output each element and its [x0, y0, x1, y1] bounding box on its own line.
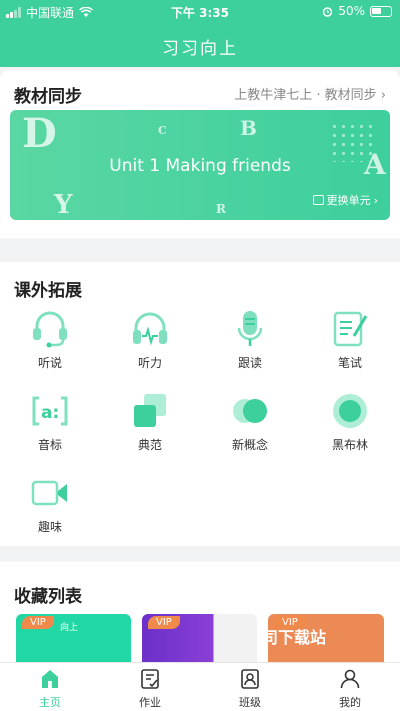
watermark: 司下载站: [262, 628, 327, 647]
extension-item-black-cat[interactable]: 黑布林: [300, 392, 400, 453]
headset-mic-icon: [33, 311, 67, 348]
homework-icon: [141, 669, 159, 689]
status-bar: 中国联通 下午 3:35 50%: [0, 0, 400, 24]
user-icon: [340, 669, 360, 689]
extension-item-fun[interactable]: 趣味: [0, 474, 100, 535]
extension-item-written-test[interactable]: 笔试: [300, 310, 400, 371]
section-title-favorites: 收藏列表: [14, 587, 82, 607]
tab-me[interactable]: 我的: [300, 663, 400, 711]
overlap-circles-icon: [233, 399, 267, 423]
extension-label: 音标: [37, 438, 62, 452]
app-title: 习习向上: [162, 39, 238, 59]
extension-label: 新概念: [231, 438, 268, 452]
extension-item-listening[interactable]: 听力: [100, 310, 200, 371]
extension-label: 听说: [37, 356, 62, 370]
textbook-selector-link[interactable]: 上教牛津七上 · 教材同步 ›: [234, 84, 386, 103]
paper-pen-icon: [333, 311, 368, 347]
microphone-icon: [237, 311, 263, 346]
unit-banner[interactable]: D C B Y R A Unit 1 Making friends 更换单元 ›: [10, 110, 390, 220]
extension-label: 趣味: [37, 520, 62, 534]
extension-item-listen-speak[interactable]: 听说: [0, 310, 100, 371]
chevron-right-icon: ›: [373, 193, 378, 207]
textbook-selector-label: 上教牛津七上 · 教材同步: [234, 88, 377, 103]
change-unit-button[interactable]: 更换单元 ›: [312, 192, 378, 208]
extension-label: 典范: [137, 438, 162, 452]
textbook-sync-section: 教材同步 上教牛津七上 · 教材同步 › D C B Y R A Unit 1 …: [0, 70, 400, 238]
battery-percent: 50%: [338, 4, 365, 18]
letter-y-decoration: Y: [54, 190, 73, 220]
favorites-section: 收藏列表 VIP 向上 VIP VIP 司下载站: [0, 562, 400, 662]
favorite-card[interactable]: VIP: [142, 614, 257, 662]
home-icon: [42, 670, 58, 688]
section-title-extension: 课外拓展: [14, 281, 82, 301]
favorite-card[interactable]: VIP 向上: [16, 614, 131, 662]
video-camera-icon: [31, 480, 67, 506]
tab-home[interactable]: 主页: [0, 663, 100, 711]
current-unit-title: Unit 1 Making friends: [109, 156, 291, 176]
phonetic-icon: a:: [32, 396, 68, 426]
extension-label: 听力: [137, 356, 162, 370]
svg-text:a:: a:: [41, 403, 59, 423]
change-unit-label: 更换单元: [326, 194, 371, 207]
letter-d-decoration: D: [22, 110, 57, 157]
vip-badge: VIP: [148, 616, 180, 629]
letter-r-decoration: R: [216, 202, 226, 216]
extension-item-phonetics[interactable]: a: 音标: [0, 392, 100, 453]
alarm-icon: [323, 6, 333, 17]
chevron-right-icon: ›: [380, 88, 386, 103]
letter-b-decoration: B: [240, 116, 257, 140]
letter-c-decoration: C: [158, 124, 167, 137]
section-title-textbook-sync: 教材同步: [14, 87, 82, 107]
extension-item-new-concept[interactable]: 新概念: [200, 392, 300, 453]
extension-label: 笔试: [337, 356, 362, 370]
battery-icon: [370, 5, 392, 17]
vip-badge: VIP: [22, 616, 54, 629]
tab-label: 作业: [139, 696, 161, 709]
ring-dot-icon: [333, 394, 367, 428]
tab-label: 我的: [339, 696, 361, 709]
extension-label: 跟读: [237, 356, 262, 370]
layers-icon: [134, 394, 166, 427]
headphones-icon: [133, 312, 167, 346]
tab-class[interactable]: 班级: [200, 663, 300, 711]
bottom-tab-bar: 主页 作业 班级 我的: [0, 662, 400, 711]
switch-icon: [312, 195, 324, 205]
extension-item-classics[interactable]: 典范: [100, 392, 200, 453]
class-icon: [241, 669, 259, 689]
extension-item-read-along[interactable]: 跟读: [200, 310, 300, 371]
extension-section: 课外拓展 听说 听力 跟读 笔试 a: 音标 典范 新概念 黑布林 趣味: [0, 262, 400, 546]
extension-label: 黑布林: [331, 438, 368, 452]
app-header: 中国联通 下午 3:35 50% 习习向上: [0, 0, 400, 67]
favorite-card-text: 向上: [60, 623, 79, 633]
tab-homework[interactable]: 作业: [100, 663, 200, 711]
tab-label: 主页: [39, 696, 61, 709]
tab-label: 班级: [239, 696, 261, 709]
